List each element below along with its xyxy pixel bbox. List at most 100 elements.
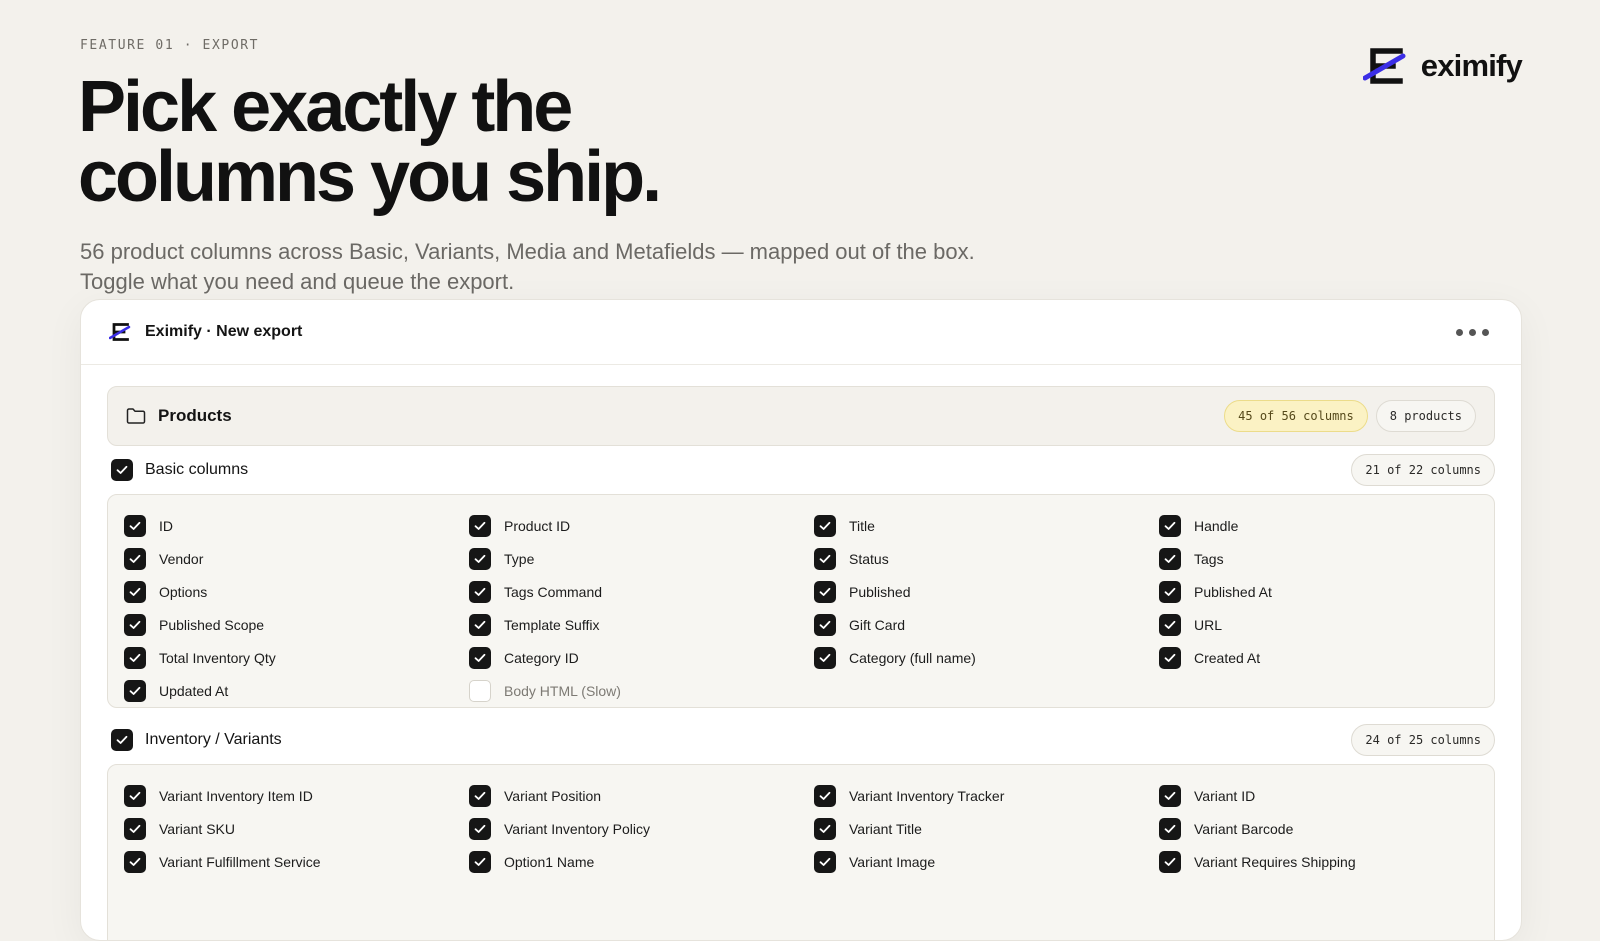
checkbox-checked[interactable] [469, 613, 491, 636]
column-option[interactable]: Variant Inventory Tracker [814, 779, 1159, 812]
column-option-label: Variant SKU [159, 820, 235, 837]
checkbox-checked[interactable] [814, 547, 836, 570]
checkbox-checked[interactable] [124, 817, 146, 840]
column-option[interactable]: Template Suffix [469, 608, 814, 641]
variant-columns-grid: Variant Inventory Item ID Variant Positio… [107, 764, 1495, 940]
column-option-label: Variant Fulfillment Service [159, 853, 321, 870]
checkbox-checked[interactable] [1159, 580, 1181, 603]
column-option-label: Body HTML (Slow) [504, 682, 621, 699]
checkbox-checked[interactable] [1159, 613, 1181, 636]
column-option[interactable]: Variant Inventory Policy [469, 812, 814, 845]
checkbox-checked[interactable] [124, 646, 146, 669]
section-checkbox-basic[interactable] [111, 459, 133, 481]
checkbox-checked[interactable] [814, 784, 836, 807]
checkbox-checked[interactable] [124, 679, 146, 702]
products-group-header[interactable]: Products 45 of 56 columns 8 products [107, 386, 1495, 446]
checkbox-checked[interactable] [124, 850, 146, 873]
checkbox-checked[interactable] [469, 580, 491, 603]
checkbox-checked[interactable] [1159, 850, 1181, 873]
column-option[interactable]: Category (full name) [814, 641, 1159, 674]
column-option-label: Published Scope [159, 616, 265, 633]
column-option[interactable]: Gift Card [814, 608, 1159, 641]
column-option[interactable]: Category ID [469, 641, 814, 674]
checkbox-checked[interactable] [814, 580, 836, 603]
column-option[interactable]: Published At [1159, 575, 1504, 608]
eximify-app-icon [109, 323, 131, 341]
column-option-label: Published At [1194, 583, 1272, 600]
section-checkbox-variants[interactable] [111, 729, 133, 751]
column-option-label: Total Inventory Qty [159, 649, 276, 666]
checkbox-checked[interactable] [469, 817, 491, 840]
column-option[interactable]: Options [124, 575, 469, 608]
column-option[interactable]: Variant Position [469, 779, 814, 812]
checkbox-checked[interactable] [814, 514, 836, 537]
column-option[interactable]: Vendor [124, 542, 469, 575]
column-option[interactable]: Published Scope [124, 608, 469, 641]
column-option[interactable]: URL [1159, 608, 1504, 641]
checkbox-checked[interactable] [124, 784, 146, 807]
column-option[interactable]: Option1 Name [469, 845, 814, 878]
checkbox-checked[interactable] [124, 580, 146, 603]
column-option-label: Variant Title [849, 820, 922, 837]
column-option[interactable]: Variant Title [814, 812, 1159, 845]
column-option[interactable]: Created At [1159, 641, 1504, 674]
checkbox-checked[interactable] [1159, 646, 1181, 669]
column-option[interactable]: Status [814, 542, 1159, 575]
columns-count-badge: 45 of 56 columns [1224, 400, 1368, 432]
checkbox-checked[interactable] [469, 646, 491, 669]
checkbox-checked[interactable] [814, 850, 836, 873]
checkmark-icon [474, 824, 486, 833]
checkbox-checked[interactable] [124, 514, 146, 537]
checkmark-icon [1164, 554, 1176, 563]
basic-columns-grid: ID Product ID Title Handle Vendor Type Status T… [107, 494, 1495, 708]
column-option[interactable]: Type [469, 542, 814, 575]
checkbox-checked[interactable] [814, 646, 836, 669]
checkmark-icon [474, 554, 486, 563]
column-option-label: Template Suffix [504, 616, 600, 633]
headline-line-2: columns you ship. [78, 137, 662, 217]
section-header-variants[interactable]: Inventory / Variants 24 of 25 columns [111, 724, 1495, 756]
checkbox-checked[interactable] [124, 547, 146, 570]
column-option[interactable]: Variant ID [1159, 779, 1504, 812]
checkbox-checked[interactable] [1159, 784, 1181, 807]
checkbox-checked[interactable] [469, 850, 491, 873]
checkbox-checked[interactable] [469, 514, 491, 537]
column-option[interactable]: Variant SKU [124, 812, 469, 845]
column-option[interactable]: Body HTML (Slow) [469, 674, 814, 707]
checkbox-checked[interactable] [1159, 817, 1181, 840]
checkmark-icon [474, 791, 486, 800]
checkmark-icon [819, 521, 831, 530]
column-option[interactable]: Product ID [469, 509, 814, 542]
column-option[interactable]: Tags Command [469, 575, 814, 608]
checkbox-checked[interactable] [469, 784, 491, 807]
column-option[interactable]: Variant Image [814, 845, 1159, 878]
column-option[interactable]: Variant Requires Shipping [1159, 845, 1504, 878]
checkbox-checked[interactable] [469, 547, 491, 570]
checkbox-checked[interactable] [1159, 514, 1181, 537]
checkmark-icon [116, 465, 128, 474]
checkbox-checked[interactable] [124, 613, 146, 636]
brand-logo: eximify [1362, 48, 1523, 84]
checkbox-checked[interactable] [1159, 547, 1181, 570]
column-option[interactable]: Variant Inventory Item ID [124, 779, 469, 812]
checkbox-checked[interactable] [814, 613, 836, 636]
checkmark-icon [819, 791, 831, 800]
column-option[interactable]: Title [814, 509, 1159, 542]
more-options-button[interactable] [1452, 322, 1493, 342]
column-option[interactable]: Total Inventory Qty [124, 641, 469, 674]
column-option[interactable]: Published [814, 575, 1159, 608]
column-option[interactable]: Updated At [124, 674, 469, 707]
checkmark-icon [129, 857, 141, 866]
column-option[interactable]: Handle [1159, 509, 1504, 542]
column-option-label: Product ID [504, 517, 571, 534]
checkmark-icon [129, 620, 141, 629]
column-option-label: Published [849, 583, 911, 600]
column-option[interactable]: ID [124, 509, 469, 542]
checkbox-checked[interactable] [814, 817, 836, 840]
checkbox-unchecked[interactable] [469, 679, 491, 702]
column-option[interactable]: Tags [1159, 542, 1504, 575]
checkmark-icon [1164, 653, 1176, 662]
column-option[interactable]: Variant Fulfillment Service [124, 845, 469, 878]
column-option[interactable]: Variant Barcode [1159, 812, 1504, 845]
section-header-basic[interactable]: Basic columns 21 of 22 columns [111, 454, 1495, 486]
